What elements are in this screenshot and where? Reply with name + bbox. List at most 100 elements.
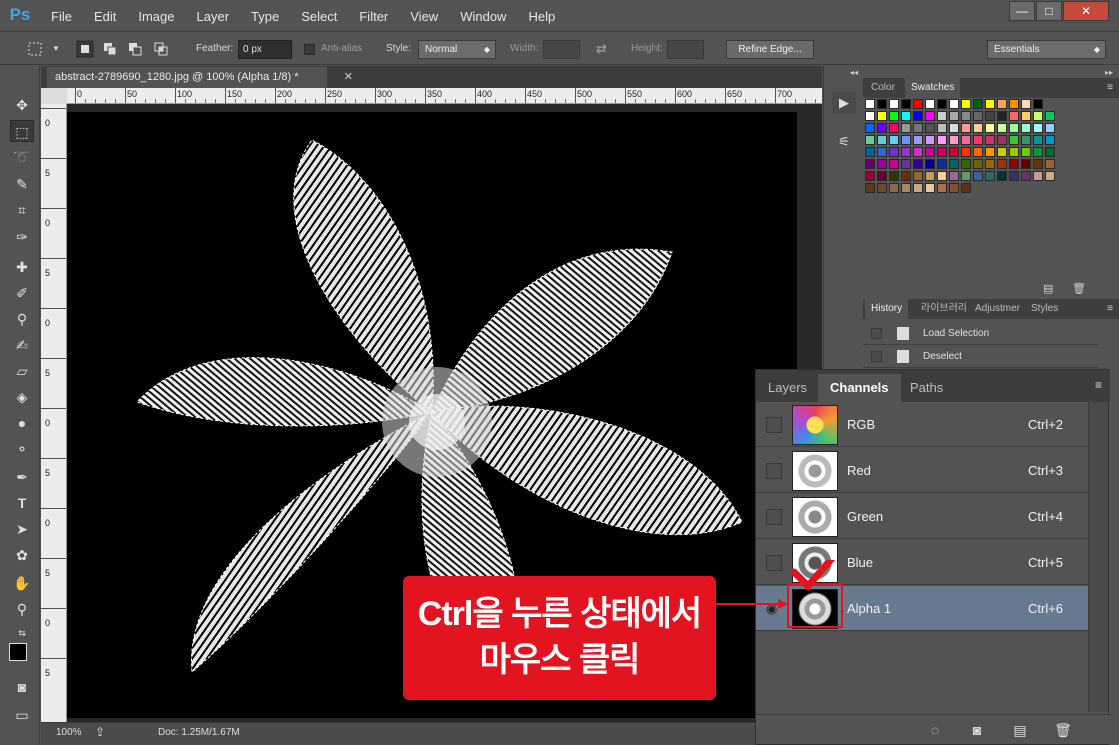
workspace-dropdown[interactable]: Essentials ◆: [987, 40, 1106, 59]
hand-tool-icon[interactable]: ✋: [10, 572, 34, 594]
subtract-from-selection-icon[interactable]: [126, 40, 144, 58]
color-swatch[interactable]: [913, 135, 923, 145]
color-swatch[interactable]: [877, 171, 887, 181]
color-swatch[interactable]: [997, 111, 1007, 121]
color-swatch[interactable]: [865, 111, 875, 121]
color-swatch[interactable]: [925, 111, 935, 121]
color-swatch[interactable]: [937, 183, 947, 193]
color-swatch[interactable]: [925, 183, 935, 193]
color-swatch[interactable]: [1045, 123, 1055, 133]
properties-icon[interactable]: ⚟: [832, 130, 856, 154]
load-channel-as-selection-icon[interactable]: ◌: [926, 721, 944, 739]
color-swatch[interactable]: [997, 159, 1007, 169]
history-checkbox[interactable]: [871, 328, 882, 339]
color-swatch[interactable]: [889, 123, 899, 133]
antialias-checkbox[interactable]: [304, 44, 315, 55]
color-swatch[interactable]: [985, 99, 995, 109]
color-swatch[interactable]: [865, 159, 875, 169]
channel-thumbnail[interactable]: [792, 497, 838, 537]
color-swatch[interactable]: [961, 183, 971, 193]
color-swatch[interactable]: [1009, 99, 1019, 109]
play-action-icon[interactable]: ▶: [832, 92, 856, 114]
color-swatch[interactable]: [961, 159, 971, 169]
color-swatch[interactable]: [913, 123, 923, 133]
color-swatch[interactable]: [1021, 135, 1031, 145]
color-swatch[interactable]: [901, 135, 911, 145]
color-swatch[interactable]: [1033, 111, 1043, 121]
add-to-selection-icon[interactable]: [101, 40, 119, 58]
color-swatch[interactable]: [949, 123, 959, 133]
history-item[interactable]: Deselect: [863, 345, 1099, 368]
color-swatch[interactable]: [865, 147, 875, 157]
color-swatch[interactable]: [877, 99, 887, 109]
channel-row-green[interactable]: Green Ctrl+4: [756, 494, 1088, 539]
color-swatch[interactable]: [877, 123, 887, 133]
channel-row-red[interactable]: Red Ctrl+3: [756, 448, 1088, 493]
zoom-tool-icon[interactable]: ⚲: [10, 598, 34, 620]
tab-channels[interactable]: Channels: [818, 374, 901, 402]
color-swatch[interactable]: [901, 99, 911, 109]
color-swatch[interactable]: [949, 147, 959, 157]
menu-filter[interactable]: Filter: [348, 0, 399, 32]
color-swatch[interactable]: [937, 171, 947, 181]
color-swatch[interactable]: [901, 171, 911, 181]
share-icon[interactable]: ⇪: [95, 725, 105, 739]
menu-help[interactable]: Help: [517, 0, 566, 32]
blur-tool-icon[interactable]: ●: [10, 412, 34, 434]
ruler-origin[interactable]: [41, 88, 67, 104]
panel-menu-icon[interactable]: ≡: [1107, 78, 1113, 98]
quick-mask-icon[interactable]: ◙: [10, 676, 34, 698]
color-swatch[interactable]: [889, 183, 899, 193]
foreground-color-swatch[interactable]: [9, 643, 27, 661]
save-selection-as-channel-icon[interactable]: ◙: [968, 721, 986, 739]
color-swatch[interactable]: [901, 123, 911, 133]
color-swatch[interactable]: [1033, 99, 1043, 109]
color-swatch[interactable]: [937, 111, 947, 121]
lasso-tool-icon[interactable]: ➰: [10, 146, 34, 168]
visibility-toggle-icon[interactable]: [766, 417, 782, 433]
color-swatch[interactable]: [925, 99, 935, 109]
color-swatch[interactable]: [925, 159, 935, 169]
minimize-button[interactable]: —: [1009, 1, 1035, 21]
color-swatch[interactable]: [889, 111, 899, 121]
delete-channel-icon[interactable]: 🗑: [1054, 721, 1072, 739]
dodge-tool-icon[interactable]: ⚬: [10, 438, 34, 460]
color-swatch[interactable]: [913, 99, 923, 109]
color-swatch[interactable]: [865, 183, 875, 193]
color-swatch[interactable]: [949, 171, 959, 181]
color-swatch[interactable]: [877, 147, 887, 157]
color-swatch[interactable]: [913, 183, 923, 193]
color-swatch[interactable]: [949, 111, 959, 121]
color-swatch[interactable]: [961, 111, 971, 121]
panel-menu-icon[interactable]: ≡: [1107, 299, 1113, 319]
color-swatch[interactable]: [889, 135, 899, 145]
menu-window[interactable]: Window: [449, 0, 517, 32]
color-swatch[interactable]: [925, 147, 935, 157]
color-swatch[interactable]: [985, 123, 995, 133]
color-swatch[interactable]: [1033, 123, 1043, 133]
color-swatch[interactable]: [973, 135, 983, 145]
move-tool-icon[interactable]: ✥: [10, 94, 34, 116]
type-tool-icon[interactable]: T: [10, 492, 34, 514]
color-swatch[interactable]: [877, 111, 887, 121]
eyedropper-tool-icon[interactable]: ✑: [10, 226, 34, 248]
menu-view[interactable]: View: [399, 0, 449, 32]
color-swatch[interactable]: [913, 111, 923, 121]
vertical-ruler[interactable]: 0 5 0 5 0 5 0 5 0 5 0 5: [41, 104, 67, 722]
marquee-tool-icon[interactable]: [26, 40, 44, 58]
color-swatch[interactable]: [1021, 147, 1031, 157]
tab-layers[interactable]: Layers: [756, 374, 819, 402]
brush-tool-icon[interactable]: ✐: [10, 282, 34, 304]
channel-thumbnail[interactable]: [792, 451, 838, 491]
crop-tool-icon[interactable]: ⌗: [10, 199, 34, 221]
color-swatch[interactable]: [961, 171, 971, 181]
color-swatch[interactable]: [985, 171, 995, 181]
color-swatch[interactable]: [997, 147, 1007, 157]
color-swatch[interactable]: [949, 99, 959, 109]
color-swatch[interactable]: [1033, 147, 1043, 157]
color-swatch[interactable]: [1033, 135, 1043, 145]
zoom-level[interactable]: 100%: [56, 727, 82, 738]
color-swatch[interactable]: [877, 135, 887, 145]
color-swatch[interactable]: [1045, 147, 1055, 157]
height-input[interactable]: [667, 40, 704, 59]
